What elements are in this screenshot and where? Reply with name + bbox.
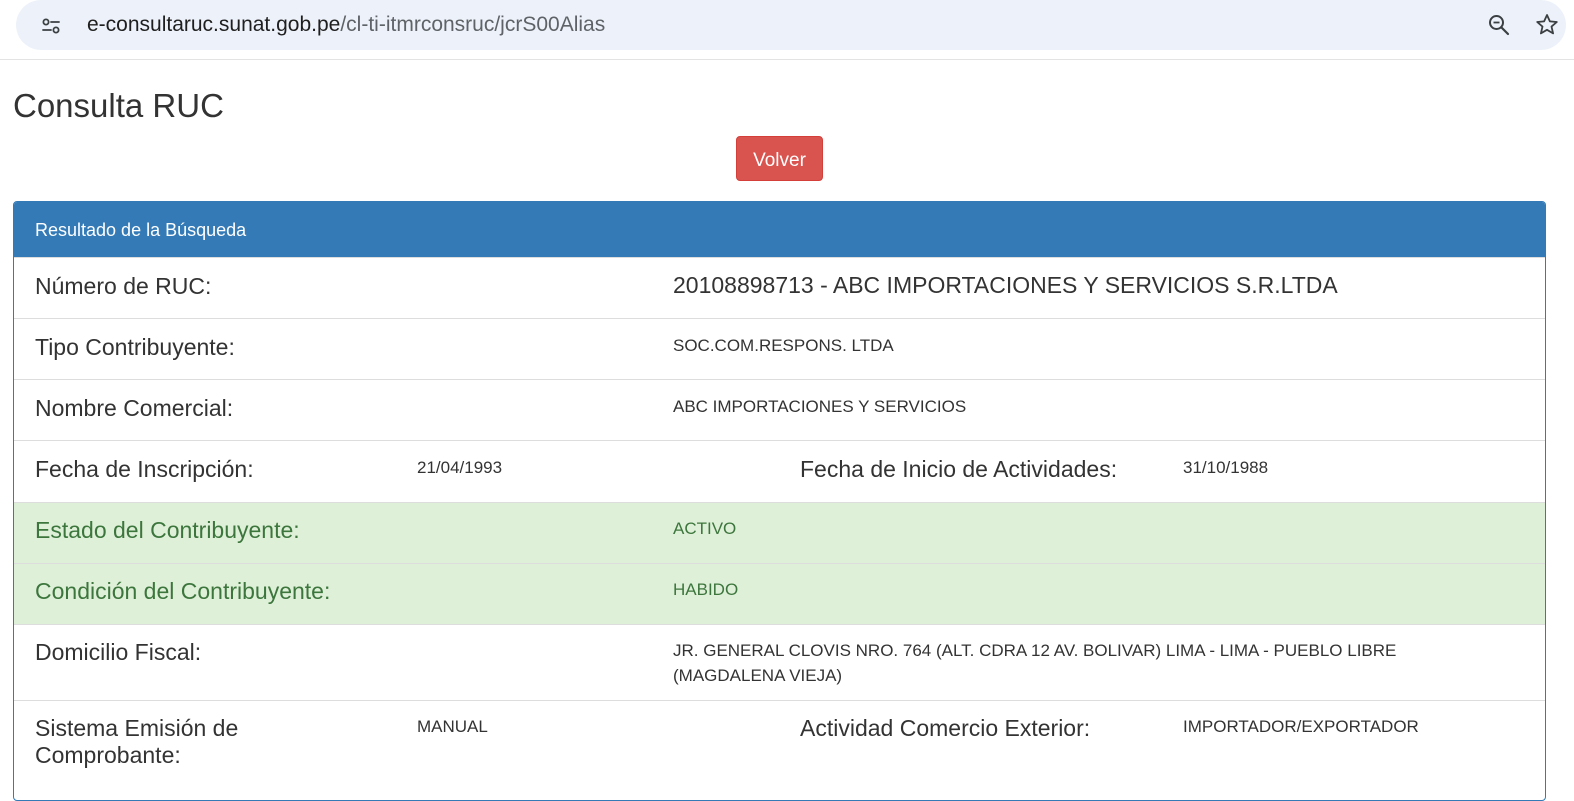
- estado-value: ACTIVO: [673, 519, 737, 538]
- bookmark-star-icon[interactable]: [1534, 12, 1560, 38]
- panel-heading: Resultado de la Búsqueda: [14, 202, 1545, 257]
- domicilio-value-line1: JR. GENERAL CLOVIS NRO. 764 (ALT. CDRA 1…: [673, 641, 1397, 660]
- sistema-row: Sistema Emisión de Comprobante: MANUAL A…: [14, 700, 1545, 790]
- ruc-row: Número de RUC: 20108898713 - ABC IMPORTA…: [14, 257, 1545, 318]
- domicilio-label: Domicilio Fiscal:: [35, 639, 202, 665]
- inicio-value: 31/10/1988: [1183, 458, 1269, 477]
- nombre-value: ABC IMPORTACIONES Y SERVICIOS: [673, 397, 967, 416]
- nombre-label: Nombre Comercial:: [35, 395, 234, 421]
- estado-row: Estado del Contribuyente: ACTIVO: [14, 502, 1545, 563]
- domicilio-row: Domicilio Fiscal: JR. GENERAL CLOVIS NRO…: [14, 624, 1545, 700]
- browser-toolbar: e-consultaruc.sunat.gob.pe/cl-ti-itmrcon…: [0, 0, 1574, 60]
- url-text[interactable]: e-consultaruc.sunat.gob.pe/cl-ti-itmrcon…: [87, 13, 605, 37]
- inscripcion-value: 21/04/1993: [417, 458, 503, 477]
- comercio-value: IMPORTADOR/EXPORTADOR: [1183, 717, 1419, 736]
- estado-label: Estado del Contribuyente:: [35, 517, 300, 543]
- url-path: /cl-ti-itmrconsruc/jcrS00Alias: [340, 13, 606, 36]
- tipo-value: SOC.COM.RESPONS. LTDA: [673, 336, 894, 355]
- ruc-value: 20108898713 - ABC IMPORTACIONES Y SERVIC…: [673, 272, 1338, 298]
- results-panel: Resultado de la Búsqueda Número de RUC: …: [13, 201, 1546, 801]
- tipo-row: Tipo Contribuyente: SOC.COM.RESPONS. LTD…: [14, 318, 1545, 379]
- zoom-icon[interactable]: [1486, 12, 1512, 38]
- inscripcion-label: Fecha de Inscripción:: [35, 456, 254, 482]
- tipo-label: Tipo Contribuyente:: [35, 334, 235, 360]
- sistema-value: MANUAL: [417, 717, 488, 736]
- back-button[interactable]: Volver: [736, 136, 823, 181]
- condicion-row: Condición del Contribuyente: HABIDO: [14, 563, 1545, 624]
- domicilio-value-line2: (MAGDALENA VIEJA): [673, 666, 843, 685]
- page-title: Consulta RUC: [13, 87, 224, 124]
- comercio-label: Actividad Comercio Exterior:: [800, 715, 1091, 741]
- url-host: e-consultaruc.sunat.gob.pe: [87, 13, 341, 36]
- sistema-label-line2: Comprobante:: [35, 742, 181, 768]
- address-bar[interactable]: e-consultaruc.sunat.gob.pe/cl-ti-itmrcon…: [16, 0, 1566, 50]
- ruc-label: Número de RUC:: [35, 273, 212, 299]
- sistema-label-line1: Sistema Emisión de: [35, 715, 239, 741]
- condicion-value: HABIDO: [673, 580, 739, 599]
- condicion-label: Condición del Contribuyente:: [35, 578, 331, 604]
- fechas-row: Fecha de Inscripción: 21/04/1993 Fecha d…: [14, 440, 1545, 502]
- site-info-icon[interactable]: [38, 13, 64, 39]
- nombre-row: Nombre Comercial: ABC IMPORTACIONES Y SE…: [14, 379, 1545, 440]
- inicio-label: Fecha de Inicio de Actividades:: [800, 456, 1118, 482]
